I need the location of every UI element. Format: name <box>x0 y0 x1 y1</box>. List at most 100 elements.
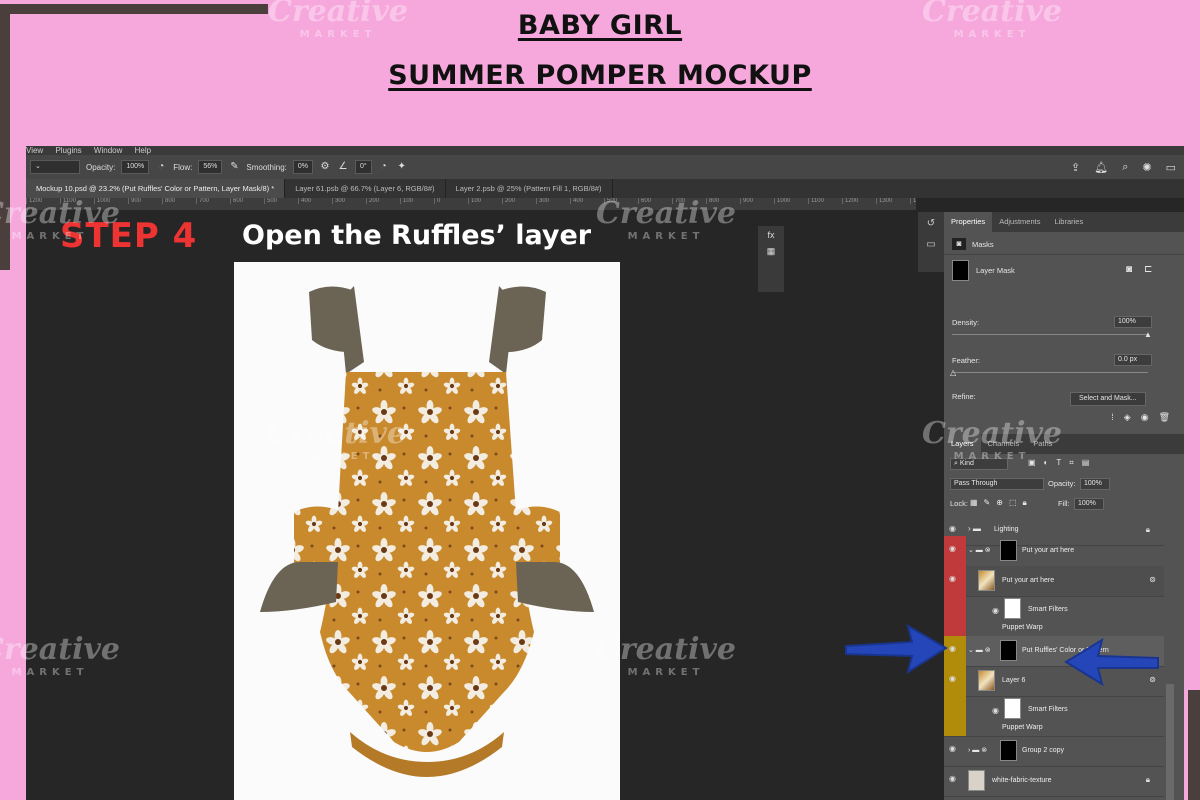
blend-mode-select[interactable]: Pass Through <box>950 478 1044 490</box>
vector-mask-icon[interactable]: ⊏ <box>1144 264 1152 275</box>
tab-libraries[interactable]: Libraries <box>1047 212 1090 232</box>
folder-icon: ⌄ ▬ ⊗ <box>968 647 991 654</box>
smoothing-input[interactable]: 0% <box>292 160 313 174</box>
tab-mockup[interactable]: Mockup 10.psd @ 23.2% (Put Ruffles' Colo… <box>26 179 286 198</box>
layer-white-fabric-texture[interactable]: ◉ white-fabric-texture 🔒︎ <box>944 766 1164 797</box>
brush-preset-select[interactable]: ⌄ <box>30 160 80 174</box>
ruler-tick: 1200 <box>26 198 60 204</box>
ruler-tick: 1000 <box>774 198 808 204</box>
menu-help[interactable]: Help <box>135 146 151 155</box>
lock-icons[interactable]: ▦✎⊕⬚🔒︎ <box>970 498 1033 508</box>
eye-icon[interactable]: ◉ <box>992 606 999 615</box>
ruler-tick: 500 <box>264 198 298 204</box>
feather-handle[interactable]: △ <box>950 368 956 377</box>
mask-thumbnail[interactable] <box>952 260 969 281</box>
masks-row: ◙ Masks <box>944 236 1184 255</box>
layer-smart-filters-2[interactable]: ◉ Smart Filters Puppet Warp <box>944 696 1164 737</box>
lightbulb-icon[interactable]: ✺ <box>1142 161 1151 174</box>
opacity-input[interactable]: 100% <box>121 160 150 174</box>
history-icon[interactable]: ↺ <box>927 218 935 229</box>
gear-icon[interactable]: ⚙ <box>319 161 331 173</box>
tab-paths[interactable]: Paths <box>1026 434 1059 454</box>
filter-mask-thumbnail <box>1004 698 1021 719</box>
density-handle[interactable]: ▲ <box>1144 330 1152 339</box>
eye-icon[interactable]: ◉ <box>949 524 956 533</box>
trash-icon[interactable]: 🗑︎ <box>1159 412 1170 432</box>
corner-decor-right <box>1188 690 1200 800</box>
menu-view[interactable]: View <box>26 146 43 155</box>
tab-channels[interactable]: Channels <box>981 434 1027 454</box>
eye-icon[interactable]: ◉ <box>992 706 999 715</box>
kind-filter[interactable]: ⌕ Kind <box>950 458 1008 470</box>
search-icon[interactable]: ⌕ <box>1122 161 1128 174</box>
layers-scrollbar[interactable] <box>1166 684 1174 800</box>
fill-input[interactable]: 100% <box>1074 498 1104 510</box>
tab-layers[interactable]: Layers <box>944 434 981 454</box>
layer-opacity-input[interactable]: 100% <box>1080 478 1110 490</box>
layer-name: Layer 6 <box>1002 677 1026 684</box>
grid-icon[interactable]: ▦ <box>767 246 776 257</box>
properties-layers-panel: Properties Adjustments Libraries ◙ Masks… <box>944 212 1184 800</box>
arrow-left-icon <box>1064 637 1159 687</box>
eye-icon[interactable]: ◉ <box>949 774 956 783</box>
eye-icon[interactable]: ◉ <box>949 544 956 553</box>
layer-group-2-copy[interactable]: ◉ › ▬ ⊗ Group 2 copy <box>944 736 1164 767</box>
tab-adjustments[interactable]: Adjustments <box>992 212 1047 232</box>
apply-mask-icon[interactable]: ◈ <box>1124 412 1131 432</box>
layer-thumbnail <box>1000 540 1017 561</box>
ruler-tick: 800 <box>162 198 196 204</box>
options-right: ⇪ 🔔︎ ⌕ ✺ ▭ <box>1071 155 1176 179</box>
menu-window[interactable]: Window <box>94 146 122 155</box>
airbrush-icon[interactable]: ✎ <box>228 161 240 173</box>
flow-input[interactable]: 56% <box>198 160 223 174</box>
puppet-warp-label[interactable]: Puppet Warp <box>1002 724 1043 731</box>
ruler-tick: 700 <box>196 198 230 204</box>
eye-icon[interactable]: ◉ <box>949 574 956 583</box>
pressure-size-icon[interactable]: ◔ <box>378 161 390 173</box>
select-mask-button[interactable]: Select and Mask... <box>1070 392 1146 406</box>
page-title: BABY GIRL <box>517 10 683 41</box>
layer-put-your-art-group[interactable]: ◉ ⌄ ▬ ⊗ Put your art here <box>944 536 1164 567</box>
fx-icon[interactable]: fx <box>767 230 774 240</box>
feather-input[interactable]: 0.0 px <box>1114 354 1152 366</box>
layer-put-your-art[interactable]: ◉ Put your art here ⊚ <box>944 566 1164 597</box>
butterfly-icon[interactable]: ✦ <box>396 161 408 173</box>
ruler-tick: 500 <box>604 198 638 204</box>
document-canvas[interactable] <box>234 262 620 800</box>
mini-panel: fx ▦ <box>758 226 784 292</box>
puppet-warp-label[interactable]: Puppet Warp <box>1002 624 1043 631</box>
feather-slider[interactable] <box>952 372 1148 373</box>
layer-name: Smart Filters <box>1028 706 1068 713</box>
visibility-icon[interactable]: ◉ <box>1141 412 1149 432</box>
folder-icon: › ▬ <box>968 524 981 533</box>
layer-name: Group 2 copy <box>1022 747 1065 754</box>
ruler-tick: 1200 <box>842 198 876 204</box>
eye-icon[interactable]: ◉ <box>949 744 956 753</box>
share-icon[interactable]: ⇪ <box>1071 161 1080 174</box>
menu-bar: View Plugins Window Help <box>26 146 1184 155</box>
density-input[interactable]: 100% <box>1114 316 1152 328</box>
layer-smart-filters[interactable]: ◉ Smart Filters Puppet Warp <box>944 596 1164 637</box>
angle-icon: ∠ <box>338 161 348 172</box>
load-selection-icon[interactable]: ⁞ <box>1111 412 1114 432</box>
density-slider[interactable] <box>952 334 1148 335</box>
layers-tabs: Layers Channels Paths <box>944 434 1184 454</box>
tab-layer2[interactable]: Layer 2.psb @ 25% (Pattern Fill 1, RGB/8… <box>446 179 613 198</box>
bell-icon[interactable]: 🔔︎ <box>1094 161 1108 174</box>
options-bar: ⌄ Opacity: 100% ◔ Flow: 56% ✎ Smoothing:… <box>26 155 1184 179</box>
pressure-opacity-icon[interactable]: ◔ <box>155 161 167 173</box>
tab-properties[interactable]: Properties <box>944 212 993 232</box>
ruler-tick: 1100 <box>808 198 842 204</box>
tab-layer61[interactable]: Layer 61.psb @ 66.7% (Layer 6, RGB/8#) <box>285 179 446 198</box>
ruler-tick: 200 <box>502 198 536 204</box>
mask-actions: ⁞ ◈ ◉ 🗑︎ <box>944 412 1184 432</box>
layer-opacity-label: Opacity: <box>1048 479 1076 488</box>
menu-plugins[interactable]: Plugins <box>55 146 81 155</box>
comment-icon[interactable]: ▭ <box>926 239 935 250</box>
ruler-tick: 400 <box>298 198 332 204</box>
filter-icons[interactable]: ▣◐T⌗▤ <box>1028 458 1097 468</box>
layer-mask-row: Layer Mask ◙ ⊏ <box>944 256 1184 286</box>
workspace-icon[interactable]: ▭ <box>1166 161 1176 174</box>
pixel-mask-icon[interactable]: ◙ <box>1126 264 1132 275</box>
angle-input[interactable]: 0° <box>354 160 372 174</box>
